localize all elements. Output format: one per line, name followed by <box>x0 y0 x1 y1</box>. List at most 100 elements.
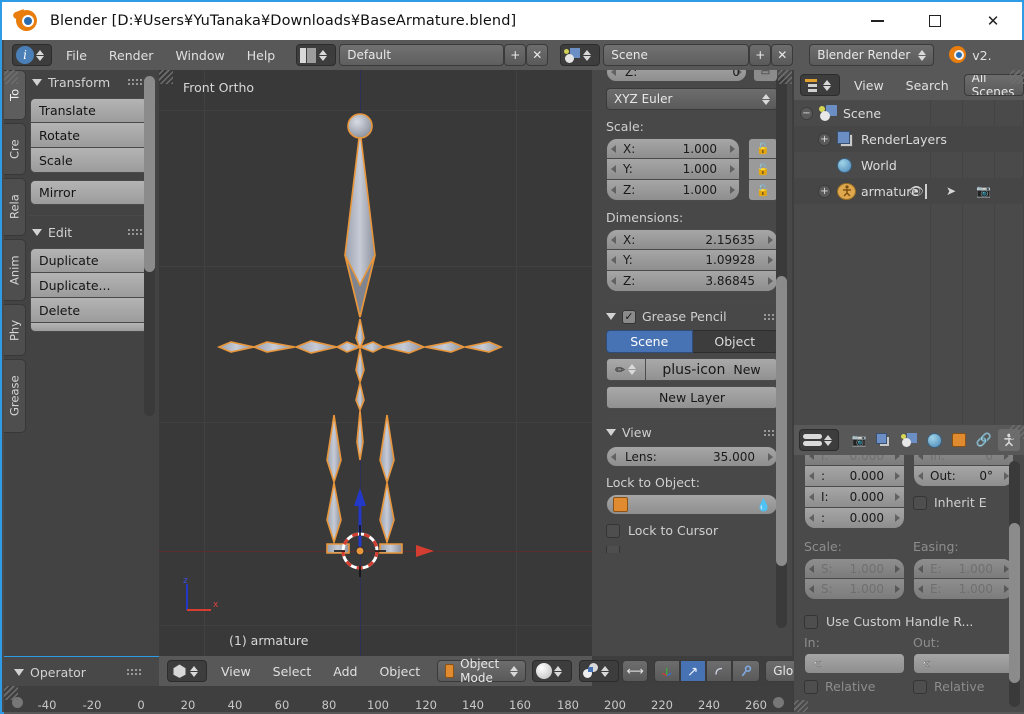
increment-arrow-icon[interactable] <box>1004 455 1009 460</box>
increment-arrow-icon[interactable] <box>730 144 735 153</box>
scale-x-field[interactable]: X: 1.000 <box>606 138 740 159</box>
delete-screen-layout-button[interactable]: ✕ <box>526 44 549 66</box>
bbone-scale-out-field[interactable]: S: 1.000 <box>804 579 905 600</box>
handle-in-field[interactable] <box>804 653 905 674</box>
bbone-ease-in-field[interactable]: E: 1.000 <box>913 558 1014 579</box>
add-screen-layout-button[interactable]: + <box>504 44 527 66</box>
roll-out-field[interactable]: Out: 0° <box>913 466 1014 487</box>
increment-arrow-icon[interactable] <box>768 235 773 244</box>
decrement-arrow-icon[interactable] <box>611 144 616 153</box>
gp-tab-scene[interactable]: Scene <box>606 330 693 353</box>
scale-z-field[interactable]: Z: 1.000 <box>606 180 740 201</box>
relative-out-checkbox[interactable] <box>913 679 927 694</box>
scale-y-lock-button[interactable]: 🔓 <box>748 159 778 180</box>
eyedropper-button[interactable]: 💧 <box>756 498 771 512</box>
area-corner-widget[interactable] <box>1010 425 1024 439</box>
scale-z-lock-button[interactable]: 🔓 <box>748 180 778 201</box>
world-icon[interactable] <box>923 429 945 451</box>
curve-out-x-field[interactable]: I: 0.000 <box>804 487 905 508</box>
rotation-lock-button[interactable]: ▭ <box>753 70 778 82</box>
scene-icon[interactable] <box>898 429 920 451</box>
area-corner-widget[interactable] <box>778 70 792 84</box>
clipped-button[interactable] <box>30 323 148 332</box>
delete-button[interactable]: Delete <box>30 298 148 323</box>
viewport-menu-add[interactable]: Add <box>322 664 368 679</box>
visibility-eye-icon[interactable]: 👁 <box>909 184 924 198</box>
use-custom-handle-row[interactable]: Use Custom Handle R... <box>804 614 1014 629</box>
collapse-expander-icon[interactable]: − <box>800 106 813 120</box>
expand-expander-icon[interactable]: + <box>818 132 831 146</box>
viewport-shading-selector[interactable] <box>532 660 573 682</box>
tool-tab-grease-pencil[interactable]: Grease <box>4 359 26 433</box>
maximize-button[interactable] <box>906 2 964 40</box>
curve-in-x-field[interactable]: I: 0.000 <box>804 455 905 466</box>
close-button[interactable]: ✕ <box>964 2 1022 40</box>
viewport-3d[interactable]: Front Ortho z x (1) armature <box>159 70 592 656</box>
lens-field[interactable]: Lens: 35.000 <box>606 446 778 467</box>
menu-file[interactable]: File <box>55 48 98 63</box>
increment-arrow-icon[interactable] <box>730 165 735 173</box>
area-corner-widget[interactable] <box>1010 70 1024 84</box>
menu-window[interactable]: Window <box>164 48 235 63</box>
dimension-y-field[interactable]: Y: 1.09928 <box>606 250 778 271</box>
translate-button[interactable]: Translate <box>30 98 148 123</box>
decrement-arrow-icon[interactable] <box>611 256 616 264</box>
outliner-editor-type-selector[interactable] <box>800 74 840 96</box>
render-engine-selector[interactable]: Blender Render <box>809 44 935 66</box>
properties-scrollbar-thumb[interactable] <box>1009 523 1020 683</box>
grease-pencil-panel-header[interactable]: ✓ Grease Pencil <box>606 309 778 324</box>
renderlayers-icon[interactable] <box>873 429 895 451</box>
decrement-arrow-icon[interactable] <box>809 514 814 522</box>
render-camera-icon[interactable]: 📷 <box>848 429 870 451</box>
tool-tab-create[interactable]: Cre <box>4 123 26 175</box>
decrement-arrow-icon[interactable] <box>918 455 923 460</box>
decrement-arrow-icon[interactable] <box>611 452 616 461</box>
increment-arrow-icon[interactable] <box>768 277 773 285</box>
decrement-arrow-icon[interactable] <box>611 235 616 244</box>
minimize-button[interactable] <box>848 2 906 40</box>
grease-pencil-checkbox[interactable]: ✓ <box>622 309 636 324</box>
properties-editor-type-selector[interactable] <box>799 429 839 451</box>
menu-render[interactable]: Render <box>98 48 165 63</box>
gp-new-button[interactable]: plus-icon New <box>646 358 778 381</box>
use-custom-handle-checkbox[interactable] <box>804 614 818 629</box>
gp-datablock-browse-button[interactable]: ✏ <box>606 358 646 381</box>
decrement-arrow-icon[interactable] <box>809 493 814 501</box>
decrement-arrow-icon[interactable] <box>611 186 616 194</box>
tool-tab-relations[interactable]: Rela <box>4 178 26 236</box>
handle-out-field[interactable] <box>913 653 1014 674</box>
add-scene-button[interactable]: + <box>749 44 772 66</box>
manipulator-translate-button[interactable] <box>654 660 681 682</box>
snap-toggle-button[interactable]: ⟷ <box>622 660 649 682</box>
increment-arrow-icon[interactable] <box>895 564 900 573</box>
npanel-scrollbar-thumb[interactable] <box>776 276 787 566</box>
relative-in-row[interactable]: Relative <box>804 679 905 694</box>
increment-arrow-icon[interactable] <box>895 455 900 460</box>
curve-out-y-field[interactable]: : 0.000 <box>804 508 905 529</box>
outliner-row-armature[interactable]: + armature 👁 ➤ 📷 <box>794 178 1024 204</box>
relative-in-checkbox[interactable] <box>804 679 818 694</box>
decrement-arrow-icon[interactable] <box>809 472 814 480</box>
viewport-editor-type-selector[interactable] <box>167 660 207 682</box>
armature-object[interactable] <box>159 70 592 656</box>
properties-scrollbar-track[interactable] <box>1009 461 1020 707</box>
expand-expander-icon[interactable]: + <box>818 184 831 198</box>
dimension-z-field[interactable]: Z: 3.86845 <box>606 271 778 292</box>
decrement-arrow-icon[interactable] <box>809 564 814 573</box>
outliner-menu-view[interactable]: View <box>843 78 895 93</box>
manipulator-rotate-button[interactable] <box>680 660 707 682</box>
area-corner-widget[interactable] <box>4 686 18 700</box>
selectable-cursor-icon[interactable]: ➤ <box>946 184 956 198</box>
increment-arrow-icon[interactable] <box>895 585 900 593</box>
decrement-arrow-icon[interactable] <box>809 585 814 593</box>
decrement-arrow-icon[interactable] <box>611 70 616 76</box>
area-corner-widget[interactable] <box>159 70 173 84</box>
interaction-mode-selector[interactable]: Object Mode <box>437 657 527 685</box>
outliner-row-renderlayers[interactable]: + RenderLayers <box>794 126 1024 152</box>
view-panel-header[interactable]: View <box>606 425 778 440</box>
tool-tab-animation[interactable]: Anim <box>4 239 26 301</box>
screen-layout-name[interactable]: Default <box>339 44 505 66</box>
lock-to-object-field[interactable]: 💧 <box>606 494 778 515</box>
scale-y-field[interactable]: Y: 1.000 <box>606 159 740 180</box>
scale-x-lock-button[interactable]: 🔓 <box>748 138 778 159</box>
